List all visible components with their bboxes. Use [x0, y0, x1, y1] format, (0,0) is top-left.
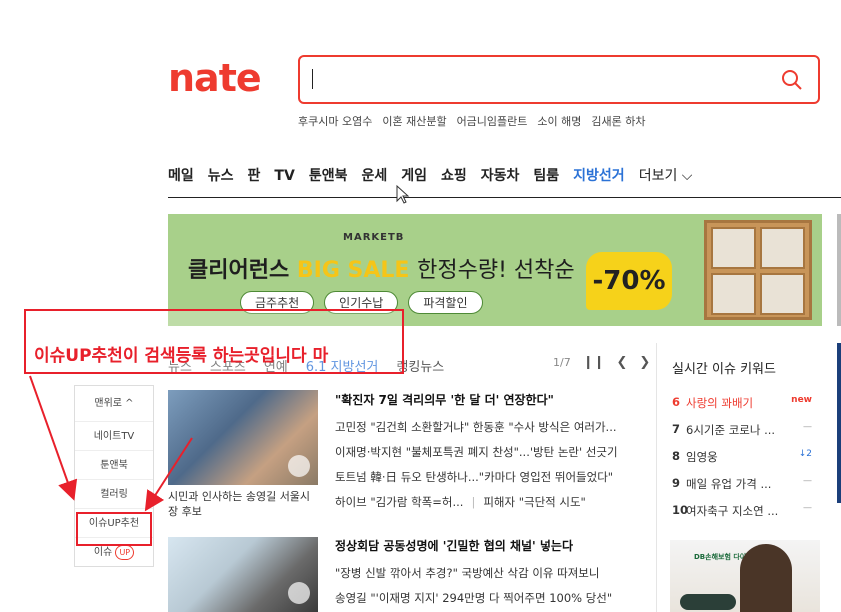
mouse-pointer-icon — [396, 184, 410, 204]
annotation-arrows — [29, 184, 410, 512]
